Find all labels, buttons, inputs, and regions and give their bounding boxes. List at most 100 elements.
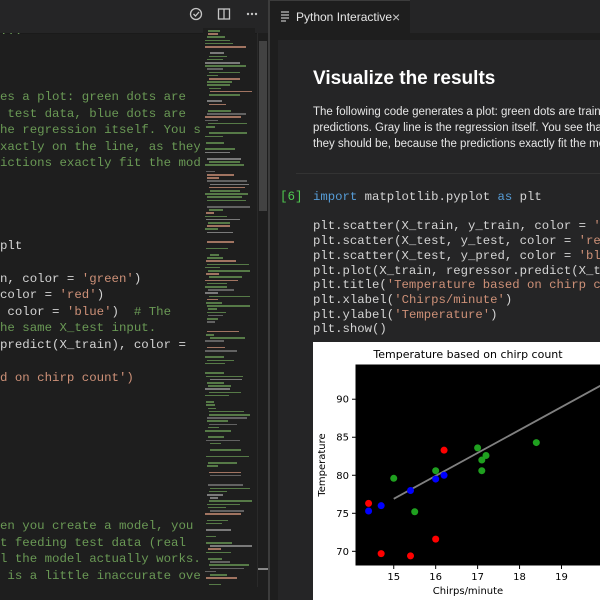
y-tick-label: 90 [336, 395, 349, 406]
y-tick-label: 75 [336, 509, 349, 520]
minimap-line [206, 302, 222, 304]
data-point [377, 502, 385, 510]
code-line: plt [0, 238, 22, 254]
code-token: ictions exactly fit the model [0, 156, 200, 170]
minimap-line [208, 506, 226, 509]
minimap-line [210, 487, 250, 490]
code-line: ... [0, 33, 22, 39]
minimap-line [210, 337, 245, 339]
code-token: plt.show() [313, 322, 387, 337]
minimap-line [209, 71, 240, 74]
minimap-line [208, 385, 231, 387]
y-tick-label: 85 [336, 433, 349, 444]
code-token: # The [133, 304, 172, 319]
markdown-paragraph: The following code generates a plot: gre… [313, 104, 600, 152]
minimap-line [209, 583, 221, 586]
code-token: plt.title( [313, 278, 387, 293]
code-editor[interactable]: ... es a plot: green dots are test data, … [0, 33, 200, 600]
x-tick-label: 17 [471, 572, 484, 583]
y-tick-label: 70 [336, 547, 349, 558]
split-editor-icon[interactable] [215, 7, 233, 25]
minimap-line [209, 78, 240, 80]
code-token: n, color = [0, 271, 82, 286]
minimap-line [208, 436, 224, 438]
markdown-cell[interactable]: Visualize the results The following code… [278, 58, 600, 173]
chart-title: Temperature based on chirp count [372, 348, 563, 361]
code-line: d on chirp count') [0, 370, 134, 386]
code-line: he same X_test input. [0, 320, 156, 336]
minimap-line [209, 276, 242, 278]
minimap-line [205, 135, 223, 138]
code-token: predict(X_train), color = [0, 337, 186, 352]
minimap-line [205, 116, 241, 118]
minimap-line [207, 282, 227, 285]
minimap-line [209, 295, 250, 298]
minimap-line [209, 132, 247, 134]
close-icon[interactable]: × [392, 9, 400, 25]
minimap-line [210, 574, 227, 576]
minimap-line [210, 183, 249, 186]
cell-code-line: plt.scatter(X_test, y_test, color = 'red… [313, 234, 600, 249]
code-token: ) [490, 307, 498, 322]
data-point [482, 451, 490, 459]
x-tick-label: 16 [429, 572, 442, 583]
code-line: test data, blue dots are [0, 106, 185, 122]
minimap-line [205, 148, 235, 150]
minimap-line [209, 87, 221, 90]
minimap-line [206, 401, 214, 403]
code-token: plt.scatter(X_test, y_pred, color = [313, 248, 579, 263]
code-token: plt [512, 190, 542, 204]
minimap-line [209, 94, 240, 96]
tab-python-interactive[interactable]: Python Interactive × [270, 0, 410, 33]
cell-code-line: import matplotlib.pyplot as plt [313, 190, 542, 205]
code-token: 'blue' [66, 304, 112, 319]
code-token: t feeding test data (real [0, 535, 186, 550]
check-circle-icon[interactable] [187, 7, 205, 25]
minimap-line [210, 545, 252, 547]
code-line: ictions exactly fit the model [0, 155, 200, 171]
minimap-line [208, 484, 243, 486]
minimap-line [206, 551, 231, 554]
minimap-line [210, 378, 242, 381]
minimap-line [210, 474, 241, 477]
minimap-line [207, 84, 230, 86]
minimap-line [205, 151, 230, 154]
code-cell[interactable]: [6] import matplotlib.pyplot as plt plt.s… [278, 182, 600, 600]
markdown-heading: Visualize the results [313, 68, 496, 89]
minimap-line [208, 308, 217, 310]
more-actions-icon[interactable] [243, 7, 261, 25]
minimap-line [209, 414, 250, 416]
data-point [365, 499, 373, 507]
plot-output: Temperature based on chirp count Chirps/m… [313, 342, 600, 600]
minimap-line [208, 548, 221, 550]
minimap-line [207, 298, 218, 301]
minimap-line [207, 503, 240, 506]
data-point [532, 439, 540, 447]
data-point [390, 474, 398, 482]
minimap-line [205, 65, 246, 67]
minimap[interactable] [203, 28, 255, 600]
interactive-content[interactable]: Visualize the results The following code… [278, 40, 600, 600]
minimap-line [205, 340, 224, 342]
cell-separator [296, 173, 600, 174]
minimap-line [206, 170, 215, 173]
minimap-line [207, 382, 224, 384]
minimap-line [210, 254, 219, 256]
minimap-line [207, 417, 247, 419]
minimap-line [206, 577, 237, 579]
minimap-line [208, 270, 250, 272]
code-line: xactly on the line, as they [0, 139, 200, 155]
code-token: 'green' [81, 271, 134, 286]
minimap-line [206, 218, 240, 221]
scrollbar-thumb[interactable] [259, 41, 267, 211]
code-token: ... [0, 33, 22, 38]
tab-strip: Python Interactive × [270, 0, 600, 33]
minimap-line [207, 420, 228, 422]
minimap-line [206, 334, 214, 336]
minimap-line [207, 180, 247, 182]
code-token: d on chirp count') [0, 370, 134, 385]
code-token: plt.scatter(X_train, y_train, color = [313, 219, 594, 234]
code-line: color = 'red') [0, 287, 104, 303]
minimap-line [208, 30, 220, 32]
minimap-line [205, 215, 227, 218]
